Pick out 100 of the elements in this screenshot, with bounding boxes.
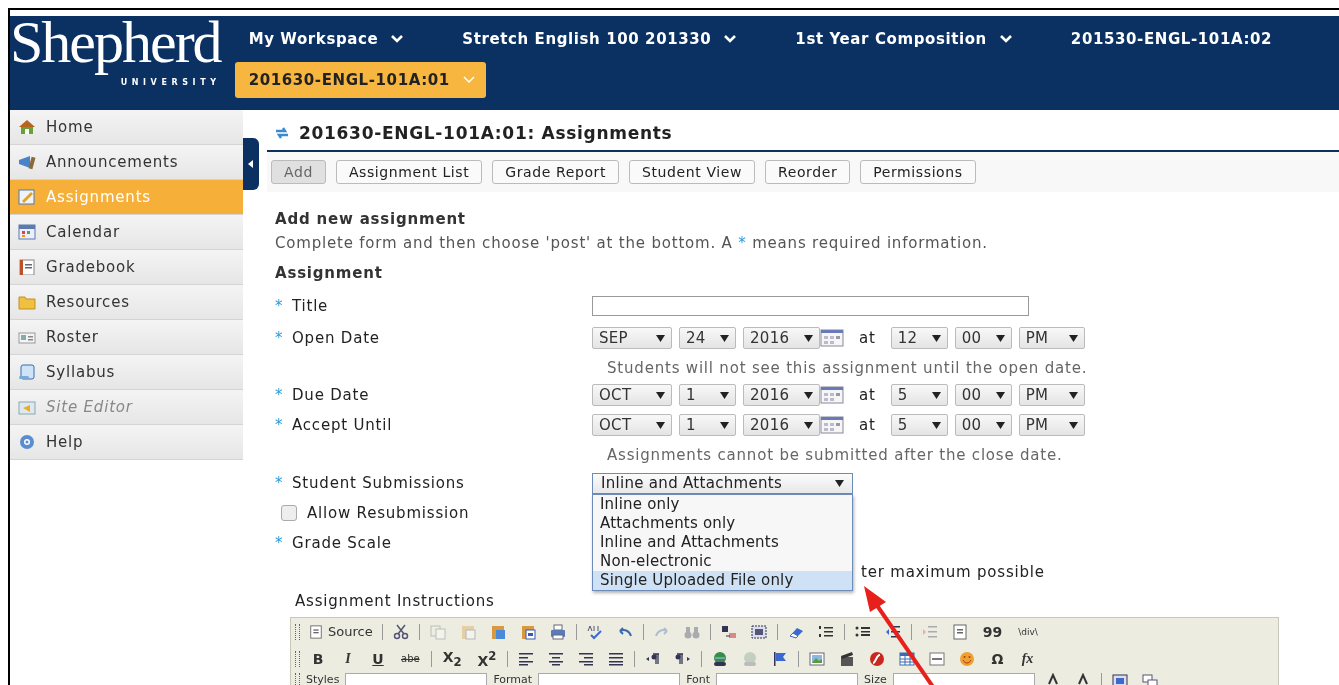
minute-select[interactable]: 00 xyxy=(954,414,1012,436)
hour-select[interactable]: 12 xyxy=(890,327,948,349)
dropdown-arrow-icon xyxy=(804,334,813,342)
year-select[interactable]: 2016 xyxy=(743,384,820,406)
day-select[interactable]: 1 xyxy=(679,414,736,436)
action-button[interactable]: Student View xyxy=(629,160,755,184)
dropdown-arrow-icon xyxy=(656,421,665,429)
collapse-arrow-icon xyxy=(248,160,254,168)
format-button[interactable]: abe xyxy=(396,653,425,664)
sidebar-item[interactable]: Syllabus xyxy=(10,355,243,390)
format-button[interactable]: X$_{2}$ xyxy=(437,648,467,669)
section-heading: Assignment xyxy=(275,263,384,284)
dropdown-arrow-icon xyxy=(1068,334,1078,342)
calendar-icon[interactable] xyxy=(820,416,846,434)
action-button[interactable]: Grade Report xyxy=(492,160,619,184)
at-label: at xyxy=(859,386,876,404)
page-title: 201630-ENGL-101A:01: Assignments xyxy=(299,123,673,143)
site-tab[interactable]: 201530-ENGL-101A:02 xyxy=(1056,24,1287,54)
ampm-select[interactable]: PM xyxy=(1018,384,1085,406)
document-icon xyxy=(309,624,323,639)
site-tab[interactable]: Stretch English 100 201330 xyxy=(448,24,752,54)
ampm-select[interactable]: PM xyxy=(1018,414,1085,436)
format-button[interactable]: Ω xyxy=(985,650,1010,667)
dropdown-arrow-icon xyxy=(720,421,729,429)
minute-select[interactable]: 00 xyxy=(954,327,1012,349)
field-label: Due Date xyxy=(292,386,370,404)
combo-label: Styles xyxy=(306,673,340,685)
hour-select[interactable]: 5 xyxy=(890,384,948,406)
field-label: Accept Until xyxy=(292,416,393,434)
combo-field[interactable] xyxy=(892,673,1035,685)
dropdown-arrow-icon xyxy=(995,421,1005,429)
day-select[interactable]: 1 xyxy=(679,384,736,406)
combo-label: Format xyxy=(493,673,533,685)
combo-field[interactable] xyxy=(538,673,681,685)
dropdown-option[interactable]: Attachments only xyxy=(593,513,852,533)
format-button[interactable]: 99 xyxy=(977,623,1008,640)
action-button[interactable]: Add xyxy=(271,160,326,184)
checkbox[interactable] xyxy=(281,505,297,521)
form-instructions: Complete form and then choose 'post' at the bottom. A * means required information. xyxy=(275,233,989,254)
hour-select[interactable]: 5 xyxy=(890,414,948,436)
calendar-icon[interactable] xyxy=(820,386,846,404)
action-button[interactable]: Permissions xyxy=(860,160,976,184)
sidebar-item[interactable]: Calendar xyxy=(10,215,243,250)
site-tab[interactable]: 1st Year Composition xyxy=(781,24,1027,54)
scroll-icon xyxy=(18,364,36,380)
dropdown-arrow-icon xyxy=(804,391,813,399)
house-icon xyxy=(18,119,36,135)
format-button[interactable]: U xyxy=(366,650,390,667)
dropdown-arrow-icon xyxy=(1068,391,1078,399)
site-tab[interactable]: 201630-ENGL-101A:01 xyxy=(234,62,486,98)
dropdown-arrow-icon xyxy=(931,421,941,429)
dropdown-arrow-icon xyxy=(804,421,813,429)
refresh-icon[interactable] xyxy=(275,126,289,140)
required-mark: * xyxy=(275,386,282,404)
year-select[interactable]: 2016 xyxy=(743,414,820,436)
dropdown-option[interactable]: Single Uploaded File only xyxy=(593,570,852,590)
combo-field[interactable] xyxy=(716,673,859,685)
minute-select[interactable]: 00 xyxy=(954,384,1012,406)
action-button[interactable]: Assignment List xyxy=(335,160,483,184)
dropdown-arrow-icon xyxy=(1068,421,1078,429)
pencil-page-icon xyxy=(18,189,36,205)
action-button[interactable]: Reorder xyxy=(765,160,851,184)
ampm-select[interactable]: PM xyxy=(1018,327,1085,349)
month-select[interactable]: SEP xyxy=(592,327,672,349)
collapse-tab[interactable] xyxy=(243,138,259,190)
year-select[interactable]: 2016 xyxy=(743,327,820,349)
at-label: at xyxy=(859,329,876,347)
format-button[interactable]: \div\ xyxy=(1013,626,1043,637)
sidebar-item[interactable]: Home xyxy=(10,110,243,145)
dropdown-arrow-icon xyxy=(931,334,941,342)
day-select[interactable]: 24 xyxy=(679,327,736,349)
required-mark: * xyxy=(275,329,282,347)
dropdown-arrow-icon xyxy=(931,391,941,399)
notebook-icon xyxy=(18,259,36,275)
calendar-icon[interactable] xyxy=(820,329,846,347)
dropdown-option[interactable]: Non-electronic xyxy=(593,551,852,571)
sidebar-item[interactable]: Roster xyxy=(10,320,243,355)
format-button[interactable]: B xyxy=(306,650,330,667)
calendar-icon xyxy=(18,224,36,240)
format-button[interactable]: X$^{2}$ xyxy=(472,648,502,669)
submission-select[interactable]: Inline and Attachments xyxy=(592,472,853,494)
dropdown-option[interactable]: Inline only xyxy=(593,494,852,514)
combo-label: Size xyxy=(864,673,887,685)
month-select[interactable]: OCT xyxy=(592,414,672,436)
dropdown-option[interactable]: Inline and Attachments xyxy=(593,532,852,552)
checkbox-label: Allow Resubmission xyxy=(307,504,470,522)
month-select[interactable]: OCT xyxy=(592,384,672,406)
sidebar-item[interactable]: Announcements xyxy=(10,145,243,180)
help-text: Assignments cannot be submitted after the close date. xyxy=(606,445,1063,464)
window-icon xyxy=(18,399,36,415)
sidebar-item[interactable]: Gradebook xyxy=(10,250,243,285)
format-button[interactable]: fx xyxy=(1015,650,1040,667)
title-field[interactable] xyxy=(592,296,1029,316)
sidebar-item[interactable]: Resources xyxy=(10,285,243,320)
site-tab[interactable]: My Workspace xyxy=(234,24,419,54)
editor-label: Assignment Instructions xyxy=(294,591,496,612)
sidebar-item[interactable]: Help xyxy=(10,425,243,460)
source-button[interactable]: Source xyxy=(306,623,376,640)
format-button[interactable]: I xyxy=(336,650,360,667)
combo-field[interactable] xyxy=(345,673,488,685)
